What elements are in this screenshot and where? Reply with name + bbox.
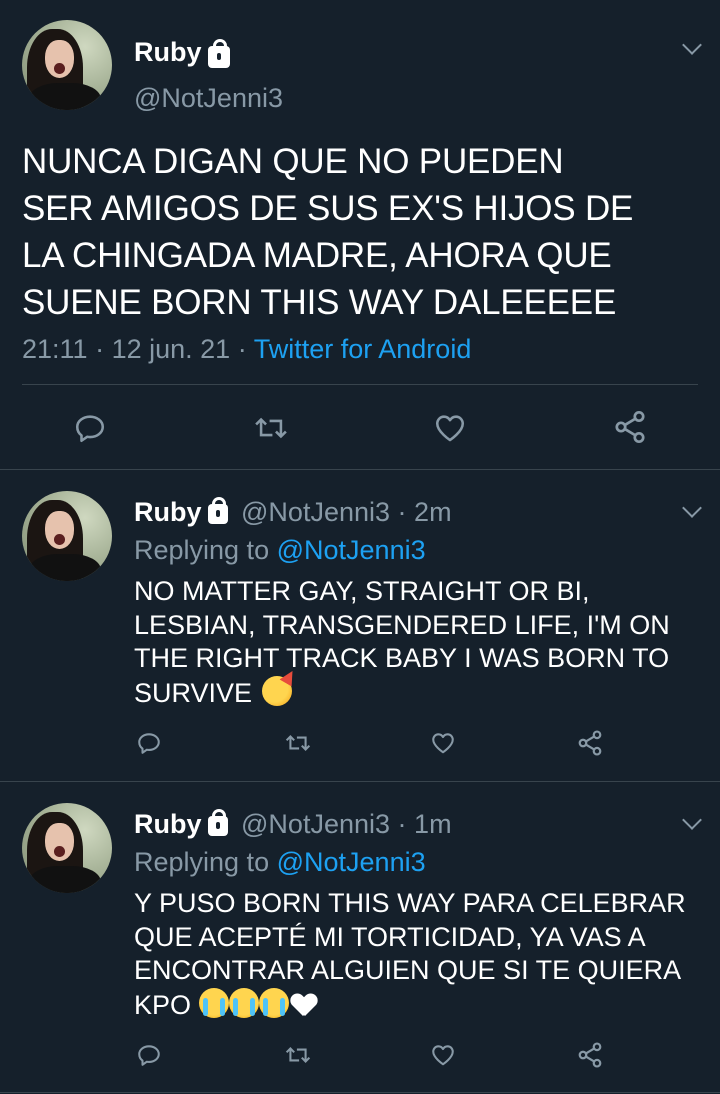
chevron-down-icon[interactable] [682,810,702,830]
display-name[interactable]: Ruby [134,809,202,839]
replying-to: Replying to @NotJenni3 [134,535,426,565]
loudly-crying-face-icon [258,987,289,1018]
tweet-meta: 21:11 · 12 jun. 21 · Twitter for Android [22,334,472,364]
reply-icon[interactable] [135,1042,163,1068]
handle[interactable]: @NotJenni3 [241,497,390,527]
avatar[interactable] [22,803,112,893]
share-icon[interactable] [611,409,649,445]
handle[interactable]: @NotJenni3 [134,81,283,115]
chevron-down-icon[interactable] [682,498,702,518]
share-icon[interactable] [575,1041,605,1069]
divider [22,384,698,385]
white-heart-icon [291,994,317,1018]
loudly-crying-face-icon [198,987,229,1018]
like-icon[interactable] [432,411,468,445]
avatar[interactable] [22,20,112,110]
retweet-icon[interactable] [252,411,290,445]
reply-icon[interactable] [72,411,108,445]
tweet-age: 2m [414,497,452,527]
replying-to-link[interactable]: @NotJenni3 [277,847,426,877]
tweet-age: 1m [414,809,452,839]
replying-to-link[interactable]: @NotJenni3 [277,535,426,565]
divider [0,1092,720,1093]
retweet-icon[interactable] [283,730,313,756]
partying-face-icon [261,675,292,706]
display-name[interactable]: Ruby [134,497,202,527]
like-icon[interactable] [429,730,457,756]
retweet-icon[interactable] [283,1042,313,1068]
loudly-crying-face-icon [228,987,259,1018]
display-name[interactable]: Ruby [134,37,202,67]
share-icon[interactable] [575,729,605,757]
tweet-time: 21:11 [22,334,88,364]
reply-icon[interactable] [135,730,163,756]
like-icon[interactable] [429,1042,457,1068]
divider [0,469,720,470]
tweet-text: NUNCA DIGAN QUE NO PUEDEN SER AMIGOS DE … [22,142,634,322]
lock-icon [207,808,228,836]
chevron-down-icon[interactable] [682,35,702,55]
replying-to: Replying to @NotJenni3 [134,847,426,877]
tweet-source[interactable]: Twitter for Android [254,334,472,364]
lock-icon [207,496,228,524]
avatar[interactable] [22,491,112,581]
lock-icon [207,38,230,68]
handle[interactable]: @NotJenni3 [241,809,390,839]
tweet-text: NO MATTER GAY, STRAIGHT OR BI, LESBIAN, … [134,576,670,708]
tweet-date: 12 jun. 21 [111,334,231,364]
divider [0,781,720,782]
tweet-text: Y PUSO BORN THIS WAY PARA CELEBRAR QUE A… [134,888,686,1020]
